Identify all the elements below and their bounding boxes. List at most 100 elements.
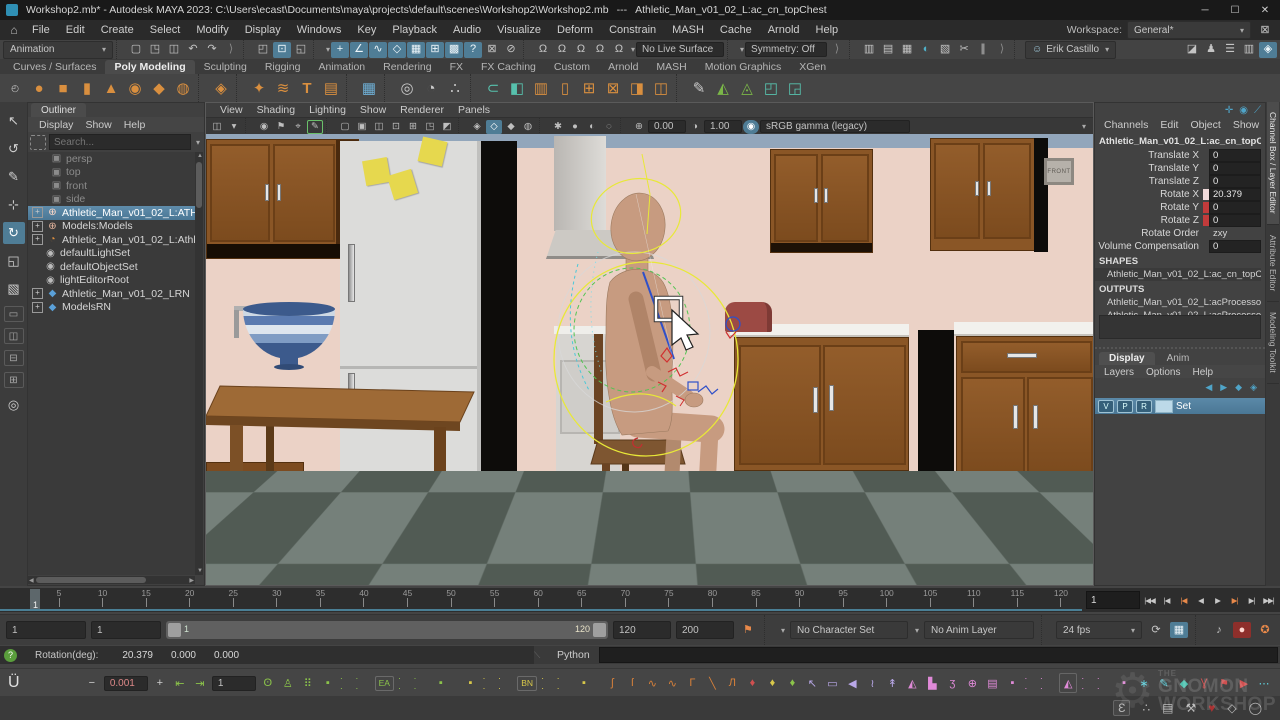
poly-cone-icon[interactable]: ▲ bbox=[100, 77, 122, 99]
create-empty-layer-icon[interactable]: ◆ bbox=[1235, 382, 1242, 393]
exposure-icon[interactable]: ⊕ bbox=[631, 120, 647, 134]
snap-curve-icon[interactable]: ∠ bbox=[350, 42, 368, 58]
layer-color-swatch[interactable] bbox=[1155, 400, 1173, 413]
constraint-icon-1[interactable]: Ω bbox=[591, 42, 609, 58]
poly-cylinder-icon[interactable]: ▮ bbox=[76, 77, 98, 99]
nudge-value-field[interactable]: 0.001 bbox=[104, 676, 148, 691]
play-backwards-button[interactable]: ◀ bbox=[1193, 591, 1208, 609]
pink-bell-icon[interactable]: ◭ bbox=[1059, 673, 1077, 693]
outliner-menu-help[interactable]: Help bbox=[119, 119, 151, 131]
bevel-icon[interactable]: ◰ bbox=[760, 77, 782, 99]
user-account-dropdown[interactable]: ☺ Erik Castillo ▾ bbox=[1025, 41, 1116, 59]
shelf-tab-fx-caching[interactable]: FX Caching bbox=[472, 60, 545, 74]
outliner-item-athleticman-set[interactable]: + ◔ Athletic_Man_v01_02_L:AthleticMan_A bbox=[28, 233, 195, 247]
vp-menu-view[interactable]: View bbox=[214, 104, 249, 116]
speed-state-icon[interactable]: ◉ bbox=[1239, 105, 1248, 116]
key-red-icon[interactable]: ♦ bbox=[744, 674, 760, 692]
tangent-spline-icon[interactable]: ∿ bbox=[644, 674, 660, 692]
duplicate-icon[interactable]: ⊂ bbox=[482, 77, 504, 99]
outliner-search-input[interactable] bbox=[49, 134, 191, 150]
menu-display[interactable]: Display bbox=[237, 24, 289, 36]
shelf-tab-mash[interactable]: MASH bbox=[647, 60, 695, 74]
vp-menu-renderer[interactable]: Renderer bbox=[394, 104, 450, 116]
outliner-vertical-scrollbar[interactable]: ▲ ▼ bbox=[195, 152, 203, 575]
chevron-down-icon[interactable]: ▾ bbox=[226, 120, 242, 134]
menu-create[interactable]: Create bbox=[93, 24, 142, 36]
nudge-increment-button[interactable]: + bbox=[152, 674, 168, 692]
poly-torus-icon[interactable]: ◉ bbox=[124, 77, 146, 99]
ghost-ea-chip[interactable]: EA bbox=[375, 676, 394, 691]
tangent-step-icon[interactable]: ʃ bbox=[604, 674, 620, 692]
command-line-input[interactable] bbox=[599, 647, 1278, 663]
selection-lock-icon[interactable]: ⊘ bbox=[502, 42, 520, 58]
help-menu[interactable]: Help bbox=[1187, 367, 1218, 378]
textured-mode-icon[interactable]: ◫ bbox=[371, 120, 387, 134]
character-pose-icon[interactable]: ↟ bbox=[884, 674, 900, 692]
live-surface-field[interactable]: No Live Surface bbox=[636, 42, 724, 57]
cb-menu-edit[interactable]: Edit bbox=[1155, 119, 1183, 133]
bookmark-icon[interactable]: ⚑ bbox=[739, 622, 757, 638]
boolean-intersect-icon[interactable]: ◨ bbox=[626, 77, 648, 99]
boolean-union-icon[interactable]: ⊞ bbox=[578, 77, 600, 99]
channel-rotate-y[interactable]: Rotate Y 0 bbox=[1095, 201, 1261, 214]
step-back-key-button[interactable]: |◀ bbox=[1176, 591, 1191, 609]
cb-menu-channels[interactable]: Channels bbox=[1099, 119, 1153, 133]
symmetry-field[interactable]: Symmetry: Off bbox=[745, 42, 827, 57]
menu-key[interactable]: Key bbox=[349, 24, 384, 36]
shaded-mode-icon[interactable]: ▣ bbox=[354, 120, 370, 134]
make-live-icon[interactable]: ⊞ bbox=[426, 42, 444, 58]
channel-value[interactable]: 0 bbox=[1209, 162, 1261, 175]
play-forwards-button[interactable]: ▶ bbox=[1210, 591, 1225, 609]
set-key-icon[interactable]: ✪ bbox=[1256, 622, 1274, 638]
step-previous-icon[interactable]: ⇤ bbox=[172, 674, 188, 692]
poly-cube-icon[interactable]: ■ bbox=[52, 77, 74, 99]
bookmark-icon[interactable]: ⚑ bbox=[273, 120, 289, 134]
play-clip-icon[interactable]: ▶ bbox=[1236, 674, 1252, 692]
range-end-handle[interactable] bbox=[593, 623, 606, 637]
nudge-decrement-button[interactable]: − bbox=[84, 674, 100, 692]
poly-disc-icon[interactable]: ◍ bbox=[172, 77, 194, 99]
scrollbar-thumb[interactable] bbox=[36, 577, 146, 583]
pencil-icon[interactable]: ✎ bbox=[1156, 674, 1172, 692]
poly-plane-icon[interactable]: ◆ bbox=[148, 77, 170, 99]
character-controls-icon[interactable]: ♟ bbox=[1202, 42, 1220, 58]
outliner-menu-display[interactable]: Display bbox=[34, 119, 78, 131]
menu-modify[interactable]: Modify bbox=[188, 24, 236, 36]
playback-end-field[interactable]: 120 bbox=[613, 621, 671, 639]
select-object-icon[interactable]: ⊡ bbox=[273, 42, 291, 58]
rotation-z-value[interactable]: 0.000 bbox=[214, 650, 239, 661]
menu-deform[interactable]: Deform bbox=[549, 24, 601, 36]
shelf-tab-arnold[interactable]: Arnold bbox=[599, 60, 647, 74]
super-shape-icon[interactable]: ✦ bbox=[248, 77, 270, 99]
outliner-item-front[interactable]: ▣ front bbox=[28, 179, 195, 193]
lasso-tool-icon[interactable]: ↺ bbox=[3, 138, 25, 160]
image-plane-icon[interactable]: ◌ bbox=[601, 120, 617, 134]
minimize-button[interactable]: ─ bbox=[1190, 0, 1220, 20]
attribute-editor-toggle-icon[interactable]: ▥ bbox=[1240, 42, 1258, 58]
chevron-down-icon[interactable]: ▾ bbox=[631, 45, 635, 54]
step-forward-frame-button[interactable]: ▶| bbox=[1244, 591, 1259, 609]
animation-end-field[interactable]: 200 bbox=[676, 621, 734, 639]
chevron-down-icon[interactable]: ▾ bbox=[326, 45, 330, 54]
layout-two-pane-icon[interactable]: ◫ bbox=[4, 328, 24, 344]
tab-anim-layers[interactable]: Anim bbox=[1157, 352, 1200, 365]
buffer-post-marker[interactable]: ▪ bbox=[576, 674, 592, 692]
expand-icon[interactable]: + bbox=[32, 234, 43, 245]
character-set-dropdown[interactable]: No Character Set bbox=[790, 621, 908, 639]
power-toggle-icon[interactable]: ʘ bbox=[260, 674, 276, 692]
layers-menu[interactable]: Layers bbox=[1099, 367, 1139, 378]
shelf-tab-sculpting[interactable]: Sculpting bbox=[195, 60, 256, 74]
outliner-item-athletic-man-lrn[interactable]: + ◆ Athletic_Man_v01_02_LRN bbox=[28, 287, 195, 301]
outliner-item-modelsrn[interactable]: + ◆ ModelsRN bbox=[28, 301, 195, 315]
grease-pencil-icon[interactable]: ◉ bbox=[256, 120, 272, 134]
type-tool-icon[interactable]: T bbox=[296, 77, 318, 99]
channel-translate-x[interactable]: Translate X 0 bbox=[1095, 149, 1261, 162]
separate-icon[interactable]: ▯ bbox=[554, 77, 576, 99]
svg-tool-icon[interactable]: ▤ bbox=[320, 77, 342, 99]
channel-volume-compensation[interactable]: Volume Compensation 0 bbox=[1095, 240, 1261, 253]
scroll-up-icon[interactable]: ▲ bbox=[197, 152, 203, 160]
multisample-icon[interactable]: ◈ bbox=[469, 120, 485, 134]
pink-pre-marker[interactable]: ▪ bbox=[1004, 674, 1020, 692]
select-component-icon[interactable]: ◱ bbox=[292, 42, 310, 58]
freeze-transform-icon[interactable]: ∴ bbox=[444, 77, 466, 99]
